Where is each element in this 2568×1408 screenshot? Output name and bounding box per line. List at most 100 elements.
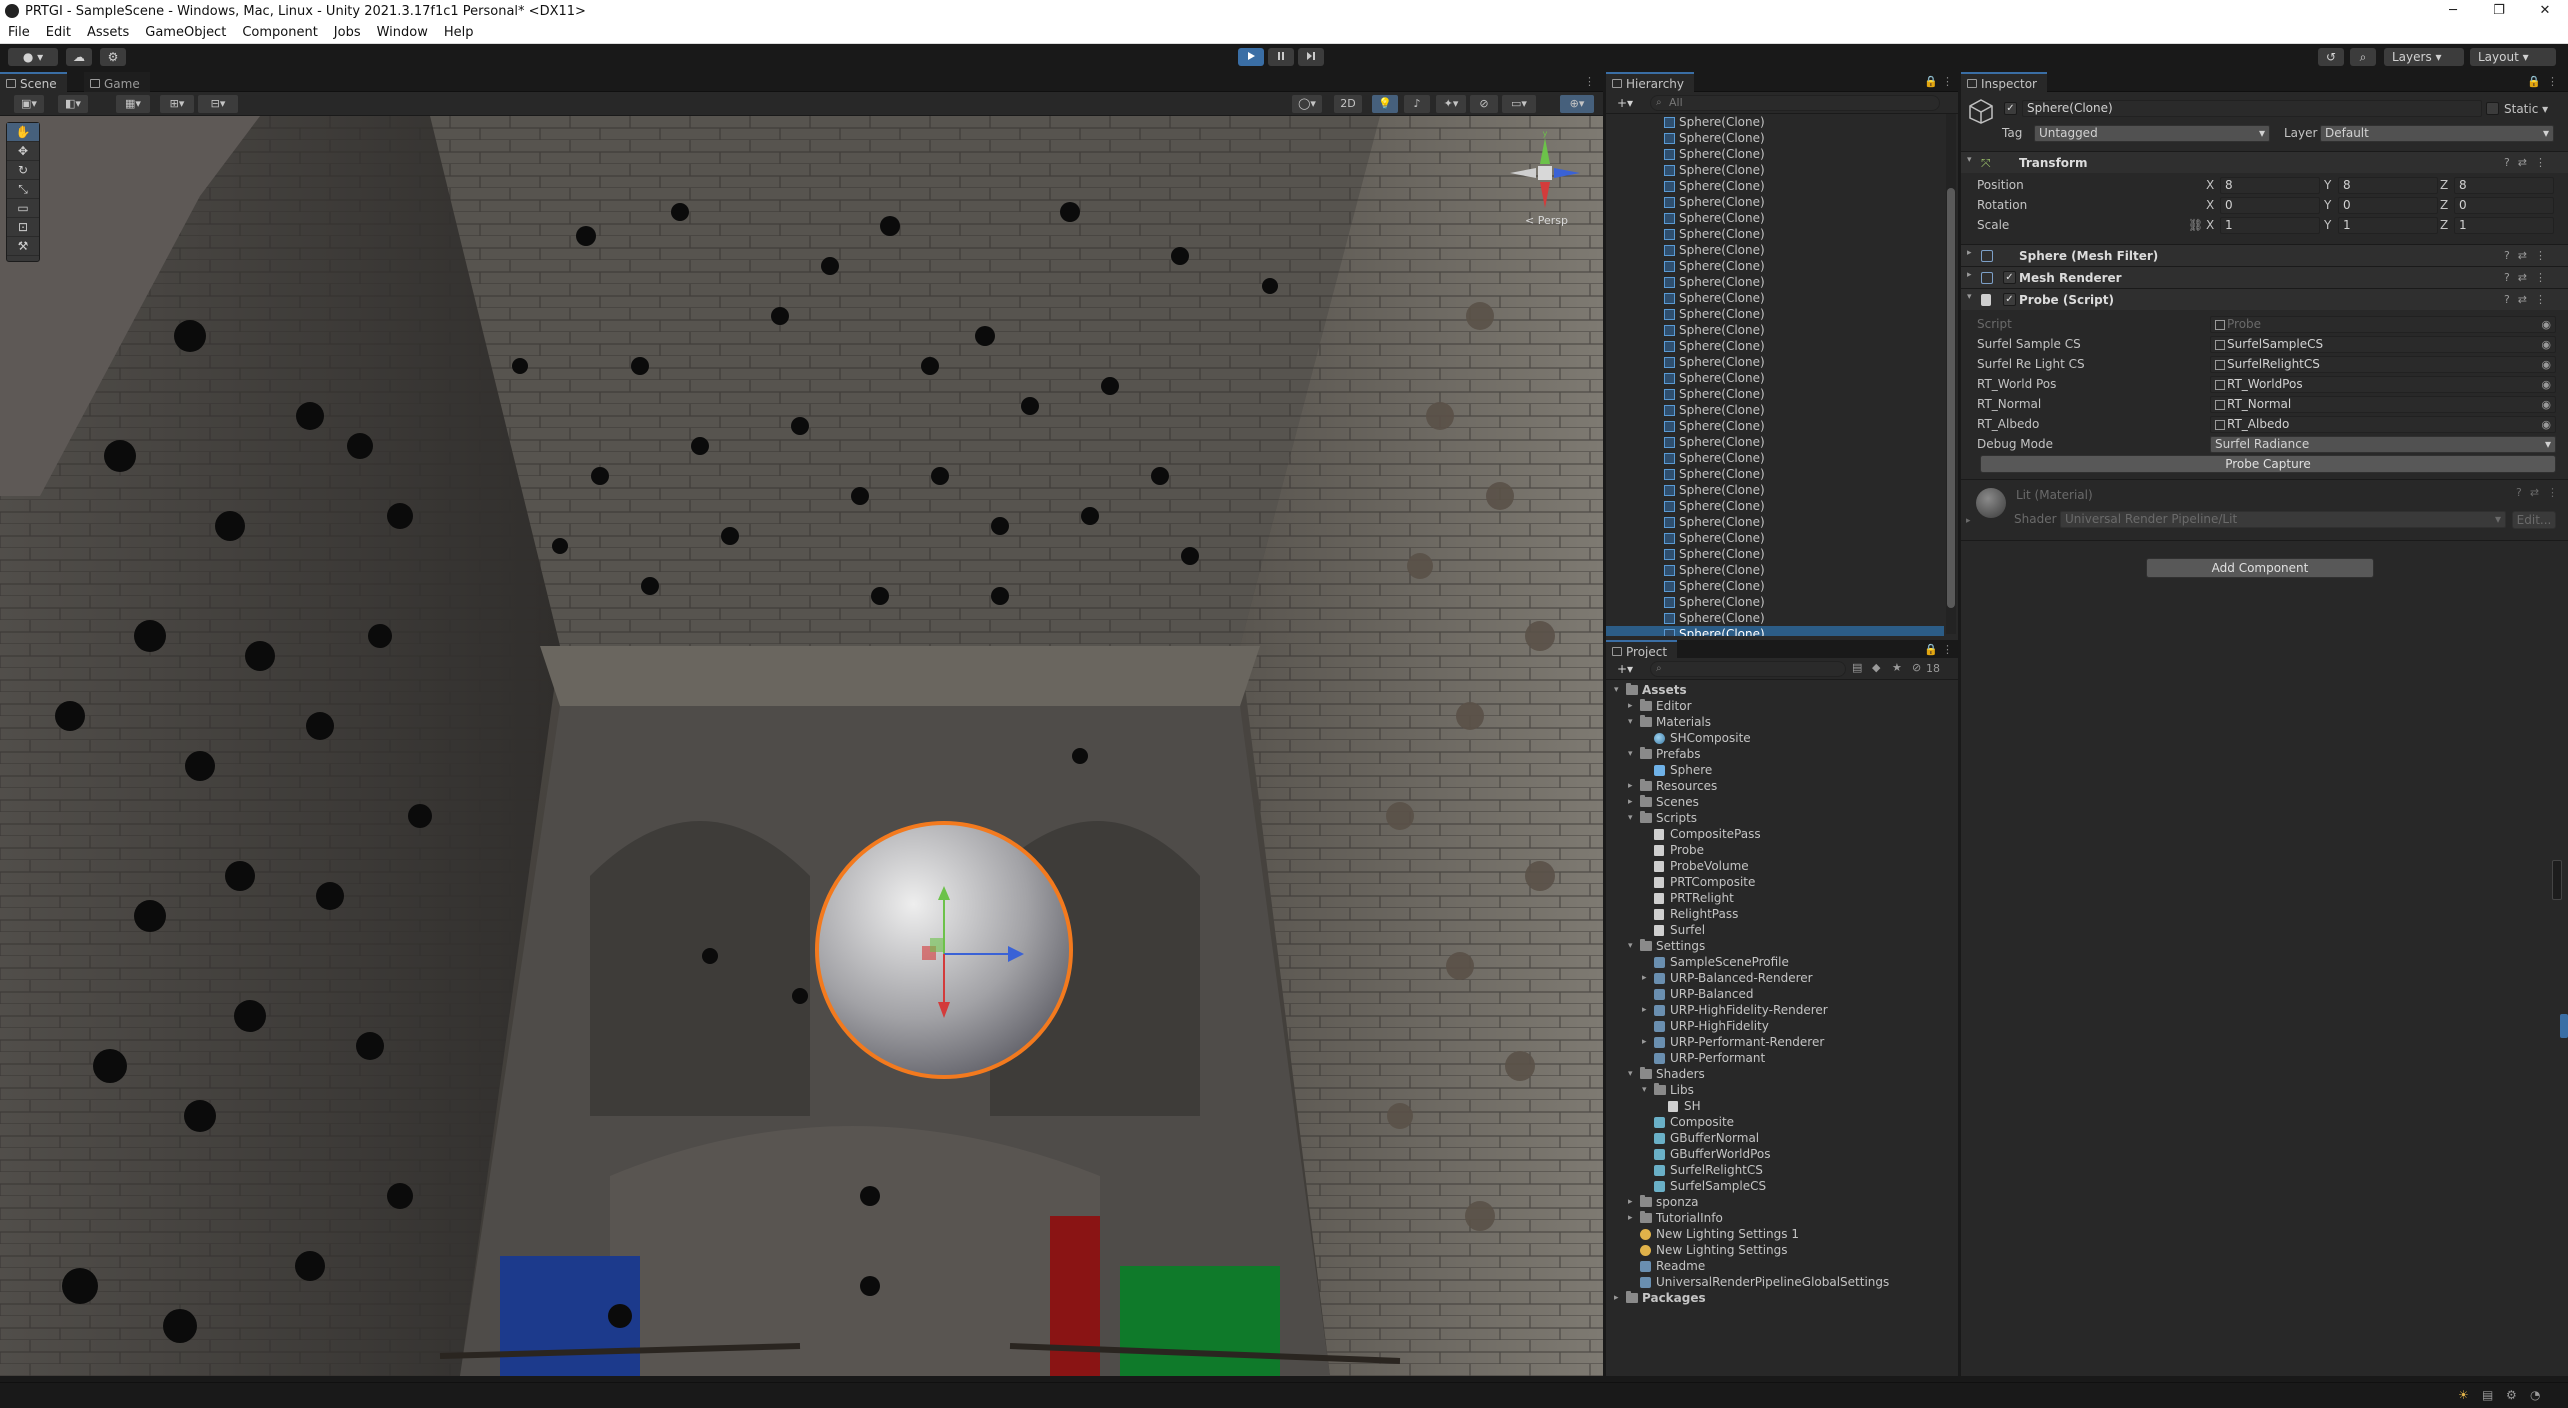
render-mode-dropdown[interactable]: ◧▾ xyxy=(58,95,88,113)
side-marker[interactable] xyxy=(2560,1014,2568,1038)
hierarchy-row[interactable]: Sphere(Clone) xyxy=(1606,546,1944,562)
tab-scene[interactable]: Scene xyxy=(0,72,67,92)
transform-rotation-x-field[interactable]: 0 xyxy=(2220,197,2320,214)
debug-mode-dropdown[interactable]: Surfel Radiance ▾ xyxy=(2210,436,2556,453)
hierarchy-row[interactable]: Sphere(Clone) xyxy=(1606,162,1944,178)
project-add-button[interactable]: +▾ xyxy=(1612,660,1638,678)
probe-capture-button[interactable]: Probe Capture xyxy=(1980,455,2556,473)
hierarchy-row[interactable]: Sphere(Clone) xyxy=(1606,322,1944,338)
probe-object-field[interactable]: SurfelSampleCS ◉ xyxy=(2210,336,2556,353)
project-tree-item[interactable]: ▾ Prefabs xyxy=(1606,746,1958,762)
hierarchy-row[interactable]: Sphere(Clone) xyxy=(1606,178,1944,194)
scene-viewport[interactable] xyxy=(0,116,1603,1376)
effects-dropdown[interactable]: ✦▾ xyxy=(1436,95,1466,113)
history-icon[interactable]: ↺ xyxy=(2318,48,2344,66)
project-tree-item[interactable]: SurfelSampleCS xyxy=(1606,1178,1958,1194)
increment-snap-dropdown[interactable]: ⊞▾ xyxy=(160,95,194,113)
shader-edit-button[interactable]: Edit... xyxy=(2512,511,2556,529)
project-tree-item[interactable]: GBufferWorldPos xyxy=(1606,1146,1958,1162)
hierarchy-search-input[interactable]: ⌕ All xyxy=(1650,95,1940,111)
project-tree-item[interactable]: Composite xyxy=(1606,1114,1958,1130)
project-tree-item[interactable]: SHComposite xyxy=(1606,730,1958,746)
project-tree-item[interactable]: ▾ Assets xyxy=(1606,682,1958,698)
probe-enabled-checkbox[interactable]: ✓ xyxy=(2003,293,2016,306)
gameobject-active-checkbox[interactable]: ✓ xyxy=(2004,102,2017,115)
hierarchy-row[interactable]: Sphere(Clone) xyxy=(1606,354,1944,370)
hierarchy-row[interactable]: Sphere(Clone) xyxy=(1606,482,1944,498)
transform-tool-icon[interactable]: ⊡ xyxy=(7,218,39,237)
constrain-proportions-icon[interactable]: ⛓ xyxy=(2188,216,2203,234)
hierarchy-scrollbar[interactable] xyxy=(1946,114,1956,634)
hierarchy-row[interactable]: Sphere(Clone) xyxy=(1606,226,1944,242)
tab-game[interactable]: Game xyxy=(84,72,150,92)
probe-object-field[interactable]: RT_Albedo ◉ xyxy=(2210,416,2556,433)
project-tree-item[interactable]: PRTComposite xyxy=(1606,874,1958,890)
tag-dropdown[interactable]: Untagged ▾ xyxy=(2034,125,2270,142)
layout-dropdown[interactable]: Layout ▾ xyxy=(2470,48,2556,66)
hierarchy-row[interactable]: Sphere(Clone) xyxy=(1606,258,1944,274)
layers-dropdown[interactable]: Layers ▾ xyxy=(2384,48,2464,66)
foldout-arrow-icon[interactable]: ▸ xyxy=(1967,270,1972,280)
object-picker-icon[interactable]: ◉ xyxy=(2541,397,2551,412)
cloud-icon[interactable]: ☁ xyxy=(66,48,92,66)
tab-project[interactable]: Project xyxy=(1606,640,1678,660)
hierarchy-row[interactable]: Sphere(Clone) xyxy=(1606,338,1944,354)
inspector-lock-icon[interactable]: 🔒 xyxy=(2527,75,2541,88)
pause-button[interactable] xyxy=(1268,48,1294,66)
hierarchy-row[interactable]: Sphere(Clone) xyxy=(1606,626,1944,636)
snap-settings-dropdown[interactable]: ⊟▾ xyxy=(198,95,238,113)
project-tree-item[interactable]: URP-Performant xyxy=(1606,1050,1958,1066)
play-button[interactable] xyxy=(1238,48,1264,66)
orientation-gizmo[interactable]: y xyxy=(1500,128,1590,228)
favorites-icon[interactable]: ★ xyxy=(1892,661,1902,674)
lighting-status-icon[interactable]: ☀ xyxy=(2458,1388,2469,1402)
probe-script-header[interactable]: ▾ ✓ Probe (Script) ?⇄⋮ xyxy=(1961,288,2568,310)
material-buttons[interactable]: ?⇄⋮ xyxy=(2516,486,2566,499)
menu-component[interactable]: Component xyxy=(234,22,325,44)
project-menu-icon[interactable]: ⋮ xyxy=(1942,643,1953,656)
menu-file[interactable]: File xyxy=(0,22,38,44)
hierarchy-row[interactable]: Sphere(Clone) xyxy=(1606,242,1944,258)
axis-x-label[interactable]: X xyxy=(2206,176,2214,194)
axis-z-label[interactable]: Z xyxy=(2440,196,2448,214)
project-tree-item[interactable]: ▸ Resources xyxy=(1606,778,1958,794)
component-buttons[interactable]: ?⇄⋮ xyxy=(2504,267,2554,289)
object-picker-icon[interactable]: ◉ xyxy=(2541,377,2551,392)
material-foldout-arrow-icon[interactable]: ▸ xyxy=(1966,516,1971,526)
hierarchy-row[interactable]: Sphere(Clone) xyxy=(1606,386,1944,402)
rect-tool-icon[interactable]: ▭ xyxy=(7,199,39,218)
scale-tool-icon[interactable]: ⤡ xyxy=(7,180,39,199)
axis-y-label[interactable]: Y xyxy=(2324,196,2331,214)
mesh-filter-header[interactable]: ▸ Sphere (Mesh Filter) ?⇄⋮ xyxy=(1961,244,2568,266)
search-icon[interactable]: ⌕ xyxy=(2350,48,2376,66)
project-tree-item[interactable]: ▸ URP-Balanced-Renderer xyxy=(1606,970,1958,986)
menu-jobs[interactable]: Jobs xyxy=(326,22,369,44)
tab-hierarchy[interactable]: Hierarchy xyxy=(1606,72,1695,92)
transform-position-x-field[interactable]: 8 xyxy=(2220,177,2320,194)
probe-object-field[interactable]: SurfelRelightCS ◉ xyxy=(2210,356,2556,373)
hierarchy-row[interactable]: Sphere(Clone) xyxy=(1606,306,1944,322)
static-checkbox[interactable] xyxy=(2486,102,2499,115)
project-tree-item[interactable]: ▸ URP-Performant-Renderer xyxy=(1606,1034,1958,1050)
foldout-arrow-icon[interactable]: ▸ xyxy=(1628,1194,1638,1210)
probe-object-field[interactable]: RT_Normal ◉ xyxy=(2210,396,2556,413)
tab-inspector[interactable]: Inspector xyxy=(1961,72,2047,92)
component-buttons[interactable]: ?⇄⋮ xyxy=(2504,289,2554,311)
axis-x-label[interactable]: X xyxy=(2206,216,2214,234)
foldout-arrow-icon[interactable]: ▾ xyxy=(1642,1082,1652,1098)
project-tree-item[interactable]: ProbeVolume xyxy=(1606,858,1958,874)
maximize-button[interactable]: ❐ xyxy=(2476,0,2522,22)
hierarchy-row[interactable]: Sphere(Clone) xyxy=(1606,274,1944,290)
foldout-arrow-icon[interactable]: ▸ xyxy=(1628,1210,1638,1226)
project-tree-item[interactable]: ▸ Packages xyxy=(1606,1290,1958,1306)
cache-icon[interactable]: ▤ xyxy=(2482,1388,2493,1402)
hidden-objects-icon[interactable]: ⊘ xyxy=(1470,95,1498,113)
hierarchy-row[interactable]: Sphere(Clone) xyxy=(1606,498,1944,514)
project-tree-item[interactable]: ▸ URP-HighFidelity-Renderer xyxy=(1606,1002,1958,1018)
hierarchy-row[interactable]: Sphere(Clone) xyxy=(1606,194,1944,210)
project-tree-item[interactable]: Probe xyxy=(1606,842,1958,858)
project-tree-item[interactable]: UniversalRenderPipelineGlobalSettings xyxy=(1606,1274,1958,1290)
gizmos-dropdown[interactable]: ⊕▾ xyxy=(1560,95,1594,113)
foldout-arrow-icon[interactable]: ▸ xyxy=(1967,248,1972,258)
hierarchy-row[interactable]: Sphere(Clone) xyxy=(1606,450,1944,466)
